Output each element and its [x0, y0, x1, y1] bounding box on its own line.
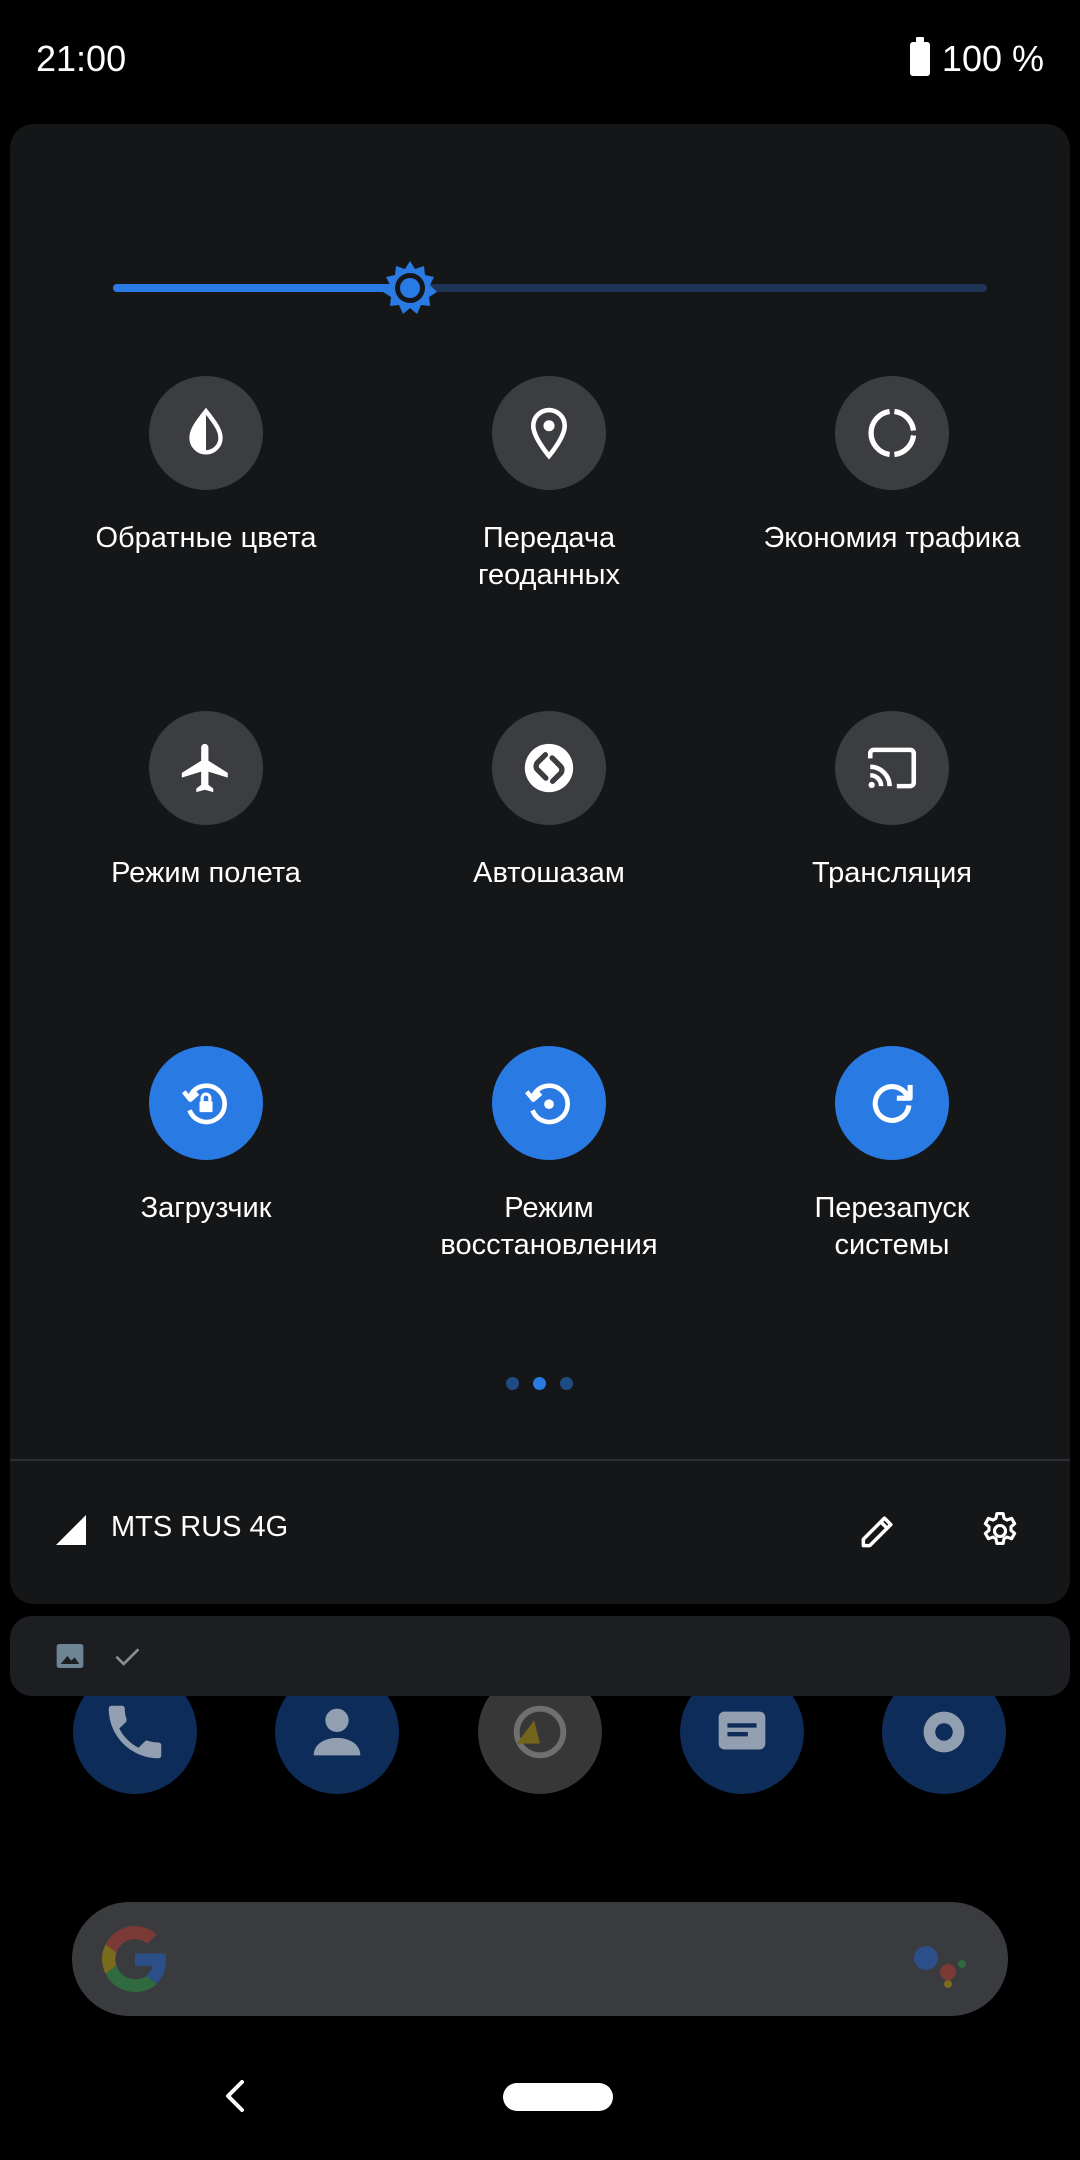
restart-icon	[872, 1084, 913, 1123]
tile-location[interactable]: Передача геоданных	[379, 376, 719, 594]
tile-cast-button[interactable]	[835, 711, 949, 825]
shazam-icon	[524, 743, 574, 793]
home-pill[interactable]	[503, 2083, 613, 2111]
edit-icon[interactable]	[856, 1509, 900, 1553]
recovery-icon	[524, 1083, 570, 1125]
page-dot-current	[533, 1377, 546, 1390]
cast-icon	[867, 747, 917, 789]
tile-restart-button[interactable]	[835, 1046, 949, 1160]
battery-full-icon	[909, 37, 930, 76]
airplane-icon	[181, 743, 228, 793]
tile-label: Режим восстановления	[440, 1192, 658, 1261]
tile-label: Обратные цвета	[95, 522, 317, 554]
image-icon	[56, 1644, 84, 1668]
assistant-icon[interactable]	[908, 1938, 968, 1988]
tile-data-saver[interactable]: Экономия трафика	[722, 376, 1062, 557]
invert-colors-icon	[189, 407, 223, 455]
signal-icon	[56, 1515, 86, 1545]
carrier-name: MTS RUS 4G	[111, 1511, 289, 1543]
status-bar: 21:00 100 %	[0, 0, 1080, 124]
brightness-fill	[113, 284, 410, 292]
tile-restart[interactable]: Перезапуск системы	[722, 1046, 1062, 1264]
tile-label: Автошазам	[473, 857, 625, 889]
back-icon[interactable]	[220, 2076, 250, 2116]
battery-percent: 100 %	[941, 38, 1044, 79]
tile-shazam-button[interactable]	[492, 711, 606, 825]
tile-cast[interactable]: Трансляция	[722, 711, 1062, 892]
tile-label: Передача геоданных	[478, 522, 620, 591]
tile-recovery[interactable]: Режим восстановления	[379, 1046, 719, 1264]
page-dot	[560, 1377, 573, 1390]
bootloader-icon	[181, 1083, 227, 1125]
google-search-bar[interactable]	[72, 1902, 1008, 2016]
status-time: 21:00	[36, 38, 127, 79]
tile-data-saver-button[interactable]	[835, 376, 949, 490]
tile-recovery-button[interactable]	[492, 1046, 606, 1160]
tile-bootloader[interactable]: Загрузчик	[36, 1046, 376, 1227]
tile-label: Трансляция	[812, 857, 972, 889]
settings-icon[interactable]	[978, 1509, 1022, 1553]
quick-settings-panel: Обратные цвета Передача геоданных Эконом…	[10, 124, 1070, 1604]
tile-label: Перезапуск системы	[814, 1192, 970, 1261]
tile-label: Загрузчик	[140, 1192, 272, 1224]
page-indicator	[506, 1377, 573, 1390]
location-icon	[530, 407, 568, 460]
google-logo-icon	[102, 1926, 166, 1992]
tile-location-button[interactable]	[492, 376, 606, 490]
tile-label: Режим полета	[111, 857, 301, 889]
tile-invert-colors[interactable]: Обратные цвета	[36, 376, 376, 557]
tile-invert-colors-button[interactable]	[149, 376, 263, 490]
page-dot	[506, 1377, 519, 1390]
tile-bootloader-button[interactable]	[149, 1046, 263, 1160]
brightness-slider[interactable]	[103, 259, 987, 319]
brightness-icon[interactable]	[381, 259, 439, 317]
tile-shazam[interactable]: Автошазам	[379, 711, 719, 892]
tile-airplane-mode-button[interactable]	[149, 711, 263, 825]
data-saver-icon	[868, 408, 917, 458]
quick-settings-footer: MTS RUS 4G	[10, 1461, 1070, 1604]
check-icon	[115, 1648, 140, 1666]
tile-label: Экономия трафика	[763, 522, 1021, 554]
notification-strip[interactable]	[10, 1616, 1070, 1696]
tile-airplane-mode[interactable]: Режим полета	[36, 711, 376, 892]
